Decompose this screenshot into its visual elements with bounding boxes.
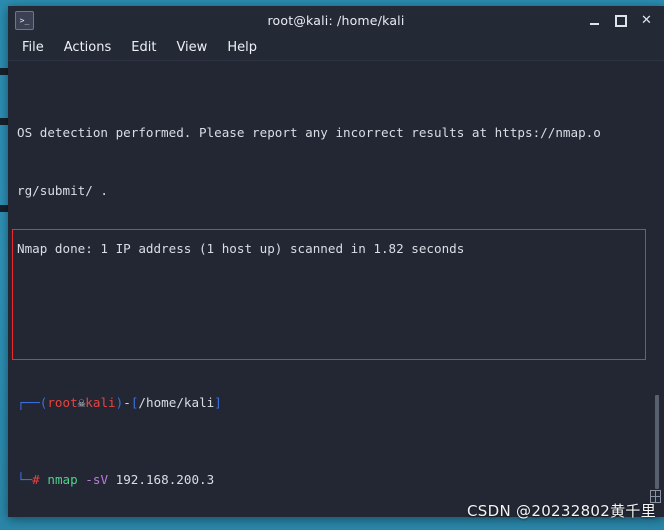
menu-item-help[interactable]: Help: [227, 40, 257, 55]
prompt-host: kali: [85, 395, 116, 411]
output-text: OS detection performed. Please report an…: [17, 124, 601, 140]
menu-bar: File Actions Edit View Help: [8, 35, 664, 61]
output-text: Nmap done: 1 IP address (1 host up) scan…: [17, 240, 465, 256]
menu-item-edit[interactable]: Edit: [131, 40, 156, 55]
close-button[interactable]: ✕: [640, 14, 653, 27]
vertical-scrollbar[interactable]: [650, 61, 661, 517]
prompt-close-bracket: ]: [214, 395, 222, 411]
maximize-button[interactable]: [614, 14, 627, 27]
prompt-corner-top: ┌──: [17, 395, 40, 411]
command-target: 192.168.200.3: [115, 472, 215, 488]
command-name: nmap: [47, 472, 78, 488]
prompt-hash: #: [32, 472, 40, 488]
terminal-window: >_ root@kali: /home/kali ✕ File Actions …: [8, 6, 664, 517]
output-line: Nmap done: 1 IP address (1 host up) scan…: [17, 239, 648, 258]
scrollbar-thumb[interactable]: [655, 395, 659, 489]
window-controls: ✕: [588, 14, 664, 27]
output-line: rg/submit/ .: [17, 181, 648, 200]
command-flag: -sV: [85, 472, 109, 488]
terminal-output-area[interactable]: OS detection performed. Please report an…: [8, 61, 664, 517]
prompt-corner-bottom: └─: [17, 472, 33, 488]
prompt-dash: -: [123, 395, 131, 411]
close-icon: ✕: [641, 13, 652, 28]
window-title: root@kali: /home/kali: [267, 13, 405, 28]
menu-item-file[interactable]: File: [22, 40, 44, 55]
prompt-user: root: [47, 395, 78, 411]
prompt-path: /home/kali: [138, 395, 215, 411]
watermark-text: CSDN @20232802黄千里: [467, 502, 656, 520]
menu-item-view[interactable]: View: [176, 40, 207, 55]
window-titlebar[interactable]: >_ root@kali: /home/kali ✕: [8, 6, 664, 35]
menu-item-actions[interactable]: Actions: [64, 40, 112, 55]
terminal-icon: >_: [15, 11, 34, 30]
minimize-button[interactable]: [588, 14, 601, 27]
output-text: rg/submit/ .: [17, 182, 108, 198]
output-line: OS detection performed. Please report an…: [17, 123, 648, 142]
terminal-text: OS detection performed. Please report an…: [17, 65, 648, 517]
shell-command-line: └─# nmap -sV 192.168.200.3: [17, 470, 648, 489]
shell-prompt-line-top: ┌──(root☠kali)-[/home/kali]: [17, 393, 648, 412]
